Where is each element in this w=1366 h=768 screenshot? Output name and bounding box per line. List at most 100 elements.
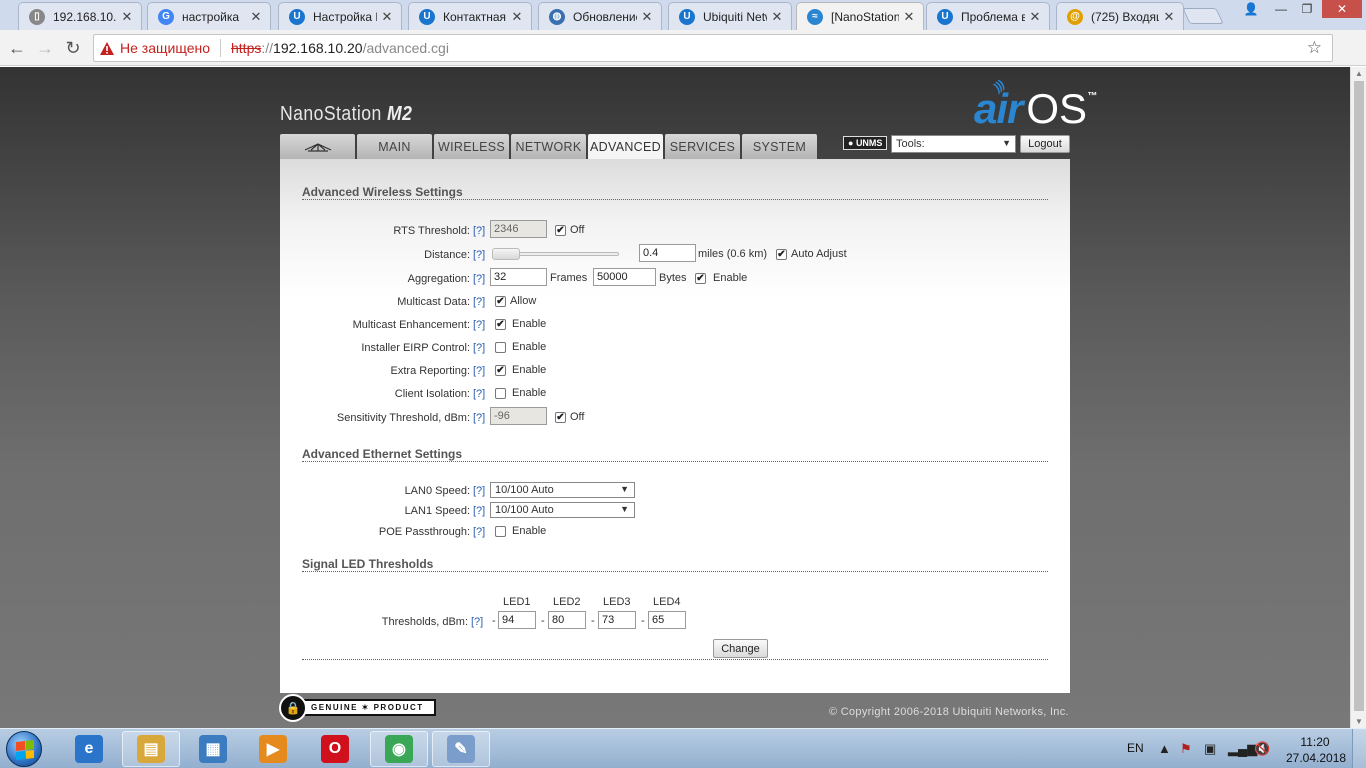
close-tab-icon[interactable]: ✕ <box>1029 9 1041 25</box>
close-tab-icon[interactable]: ✕ <box>903 9 915 25</box>
lan0-speed-select[interactable]: 10/100 Auto ▼ <box>490 482 635 498</box>
vertical-scrollbar[interactable]: ▲ ▼ <box>1350 67 1366 728</box>
new-tab-button[interactable] <box>1182 8 1224 24</box>
multicast-enhancement-checkbox[interactable]: ✔ <box>495 319 506 330</box>
multicast-data-checkbox[interactable]: ✔ <box>495 296 506 307</box>
language-indicator[interactable]: EN <box>1127 741 1144 755</box>
action-center-icon[interactable]: ⚑ <box>1180 741 1192 757</box>
led4-input[interactable]: 65 <box>648 611 686 629</box>
reload-button[interactable]: ↻ <box>62 37 84 59</box>
taskbar-app-button[interactable]: ✎ <box>432 731 490 767</box>
aggregation-bytes-input[interactable]: 50000 <box>593 268 656 286</box>
poe-passthrough-checkbox[interactable] <box>495 526 506 537</box>
lan1-speed-select[interactable]: 10/100 Auto ▼ <box>490 502 635 518</box>
sensitivity-threshold-input[interactable]: -96 <box>490 407 547 425</box>
browser-tab[interactable]: U Проблема в ✕ <box>926 2 1050 30</box>
tab-main[interactable]: MAIN <box>357 134 432 159</box>
close-tab-icon[interactable]: ✕ <box>250 9 262 25</box>
browser-tab[interactable]: @ (725) Входящ ✕ <box>1056 2 1184 30</box>
rts-threshold-input[interactable]: 2346 <box>490 220 547 238</box>
lan1-help-link[interactable]: [?] <box>473 505 485 517</box>
browser-tab[interactable]: ◍ Обновление ✕ <box>538 2 662 30</box>
change-button[interactable]: Change <box>713 639 768 658</box>
address-bar[interactable]: Не защищено https://192.168.10.20/advanc… <box>93 34 1333 62</box>
taskbar-app-button[interactable]: ▦ <box>184 731 242 767</box>
tab-wireless[interactable]: WIRELESS <box>434 134 509 159</box>
led3-input[interactable]: 73 <box>598 611 636 629</box>
thresholds-help-link[interactable]: [?] <box>471 616 483 628</box>
aggregation-help-link[interactable]: [?] <box>473 273 485 285</box>
close-tab-icon[interactable]: ✕ <box>381 9 393 25</box>
extra-reporting-checkbox[interactable]: ✔ <box>495 365 506 376</box>
system-clock[interactable]: 11:20 27.04.2018 <box>1286 734 1346 766</box>
taskbar-app-button[interactable]: O <box>306 731 364 767</box>
scroll-up-icon[interactable]: ▲ <box>1355 69 1363 78</box>
taskbar-app-button[interactable]: e <box>60 731 118 767</box>
frames-label: Frames <box>550 272 588 284</box>
tab-services[interactable]: SERVICES <box>665 134 740 159</box>
user-icon[interactable]: 👤 <box>1238 0 1264 18</box>
taskbar-app-button[interactable]: ▤ <box>122 731 180 767</box>
client-isolation-help-link[interactable]: [?] <box>473 388 485 400</box>
close-tab-icon[interactable]: ✕ <box>771 9 783 25</box>
browser-tab[interactable]: ▯ 192.168.10.2 ✕ <box>18 2 142 30</box>
poe-help-link[interactable]: [?] <box>473 526 485 538</box>
tray-expand-icon[interactable]: ▲ <box>1158 741 1171 756</box>
close-tab-icon[interactable]: ✕ <box>121 9 133 25</box>
eirp-control-checkbox[interactable] <box>495 342 506 353</box>
start-button[interactable] <box>6 731 42 767</box>
scrollbar-thumb[interactable] <box>1354 81 1364 711</box>
scroll-down-icon[interactable]: ▼ <box>1355 717 1363 726</box>
browser-tab[interactable]: ≈ [NanoStation ✕ <box>796 2 924 30</box>
section-divider <box>302 571 1048 572</box>
tools-select[interactable]: Tools: ▼ <box>891 135 1016 153</box>
led1-input[interactable]: 94 <box>498 611 536 629</box>
client-isolation-checkbox[interactable] <box>495 388 506 399</box>
aggregation-enable-checkbox[interactable]: ✔ <box>695 273 706 284</box>
device-icon[interactable]: ▣ <box>1204 741 1216 757</box>
multicast-enhancement-help-link[interactable]: [?] <box>473 319 485 331</box>
aggregation-frames-input[interactable]: 32 <box>490 268 547 286</box>
thresholds-label: Thresholds, dBm: <box>381 616 468 628</box>
extra-reporting-help-link[interactable]: [?] <box>473 365 485 377</box>
multicast-data-allow-label: Allow <box>510 295 537 307</box>
maximize-button[interactable]: ❐ <box>1294 0 1320 18</box>
show-desktop-button[interactable] <box>1352 729 1366 768</box>
security-status[interactable]: Не защищено <box>120 40 210 56</box>
auto-adjust-checkbox[interactable]: ✔ <box>776 249 787 260</box>
multicast-data-help-link[interactable]: [?] <box>473 296 485 308</box>
network-signal-icon[interactable]: ▂▄▆ <box>1228 741 1257 757</box>
unms-badge[interactable]: ● UNMS <box>843 136 888 150</box>
close-tab-icon[interactable]: ✕ <box>1163 9 1175 25</box>
browser-tab[interactable]: U Настройка N ✕ <box>278 2 402 30</box>
close-window-button[interactable]: ✕ <box>1322 0 1362 18</box>
distance-slider-handle[interactable] <box>492 248 520 260</box>
taskbar-app-button[interactable]: ◉ <box>370 731 428 767</box>
rts-off-checkbox[interactable]: ✔ <box>555 225 566 236</box>
back-button[interactable]: ← <box>6 37 28 59</box>
close-tab-icon[interactable]: ✕ <box>511 9 523 25</box>
taskbar-app-button[interactable]: ▶ <box>244 731 302 767</box>
sensitivity-threshold-label: Sensitivity Threshold, dBm: <box>336 412 470 424</box>
forward-button[interactable]: → <box>34 37 56 59</box>
distance-help-link[interactable]: [?] <box>473 249 485 261</box>
eirp-help-link[interactable]: [?] <box>473 342 485 354</box>
volume-muted-icon[interactable]: 🔇 <box>1254 741 1270 757</box>
rts-help-link[interactable]: [?] <box>473 225 485 237</box>
sensitivity-off-checkbox[interactable]: ✔ <box>555 412 566 423</box>
close-tab-icon[interactable]: ✕ <box>641 9 653 25</box>
tab-network[interactable]: NETWORK <box>511 134 586 159</box>
bookmark-star-icon[interactable]: ☆ <box>1307 38 1322 58</box>
tab-advanced[interactable]: ADVANCED <box>588 134 663 160</box>
tab-system[interactable]: SYSTEM <box>742 134 817 159</box>
minimize-button[interactable]: — <box>1268 0 1294 18</box>
browser-tab[interactable]: U Ubiquiti Netw ✕ <box>668 2 792 30</box>
sensitivity-help-link[interactable]: [?] <box>473 412 485 424</box>
lan0-help-link[interactable]: [?] <box>473 485 485 497</box>
distance-input[interactable]: 0.4 <box>639 244 696 262</box>
tab-ubnt-logo[interactable] <box>280 134 355 159</box>
browser-tab[interactable]: U Контактная ✕ <box>408 2 532 30</box>
led2-input[interactable]: 80 <box>548 611 586 629</box>
logout-button[interactable]: Logout <box>1020 135 1070 153</box>
browser-tab[interactable]: Gнастройка ✕ <box>147 2 271 30</box>
